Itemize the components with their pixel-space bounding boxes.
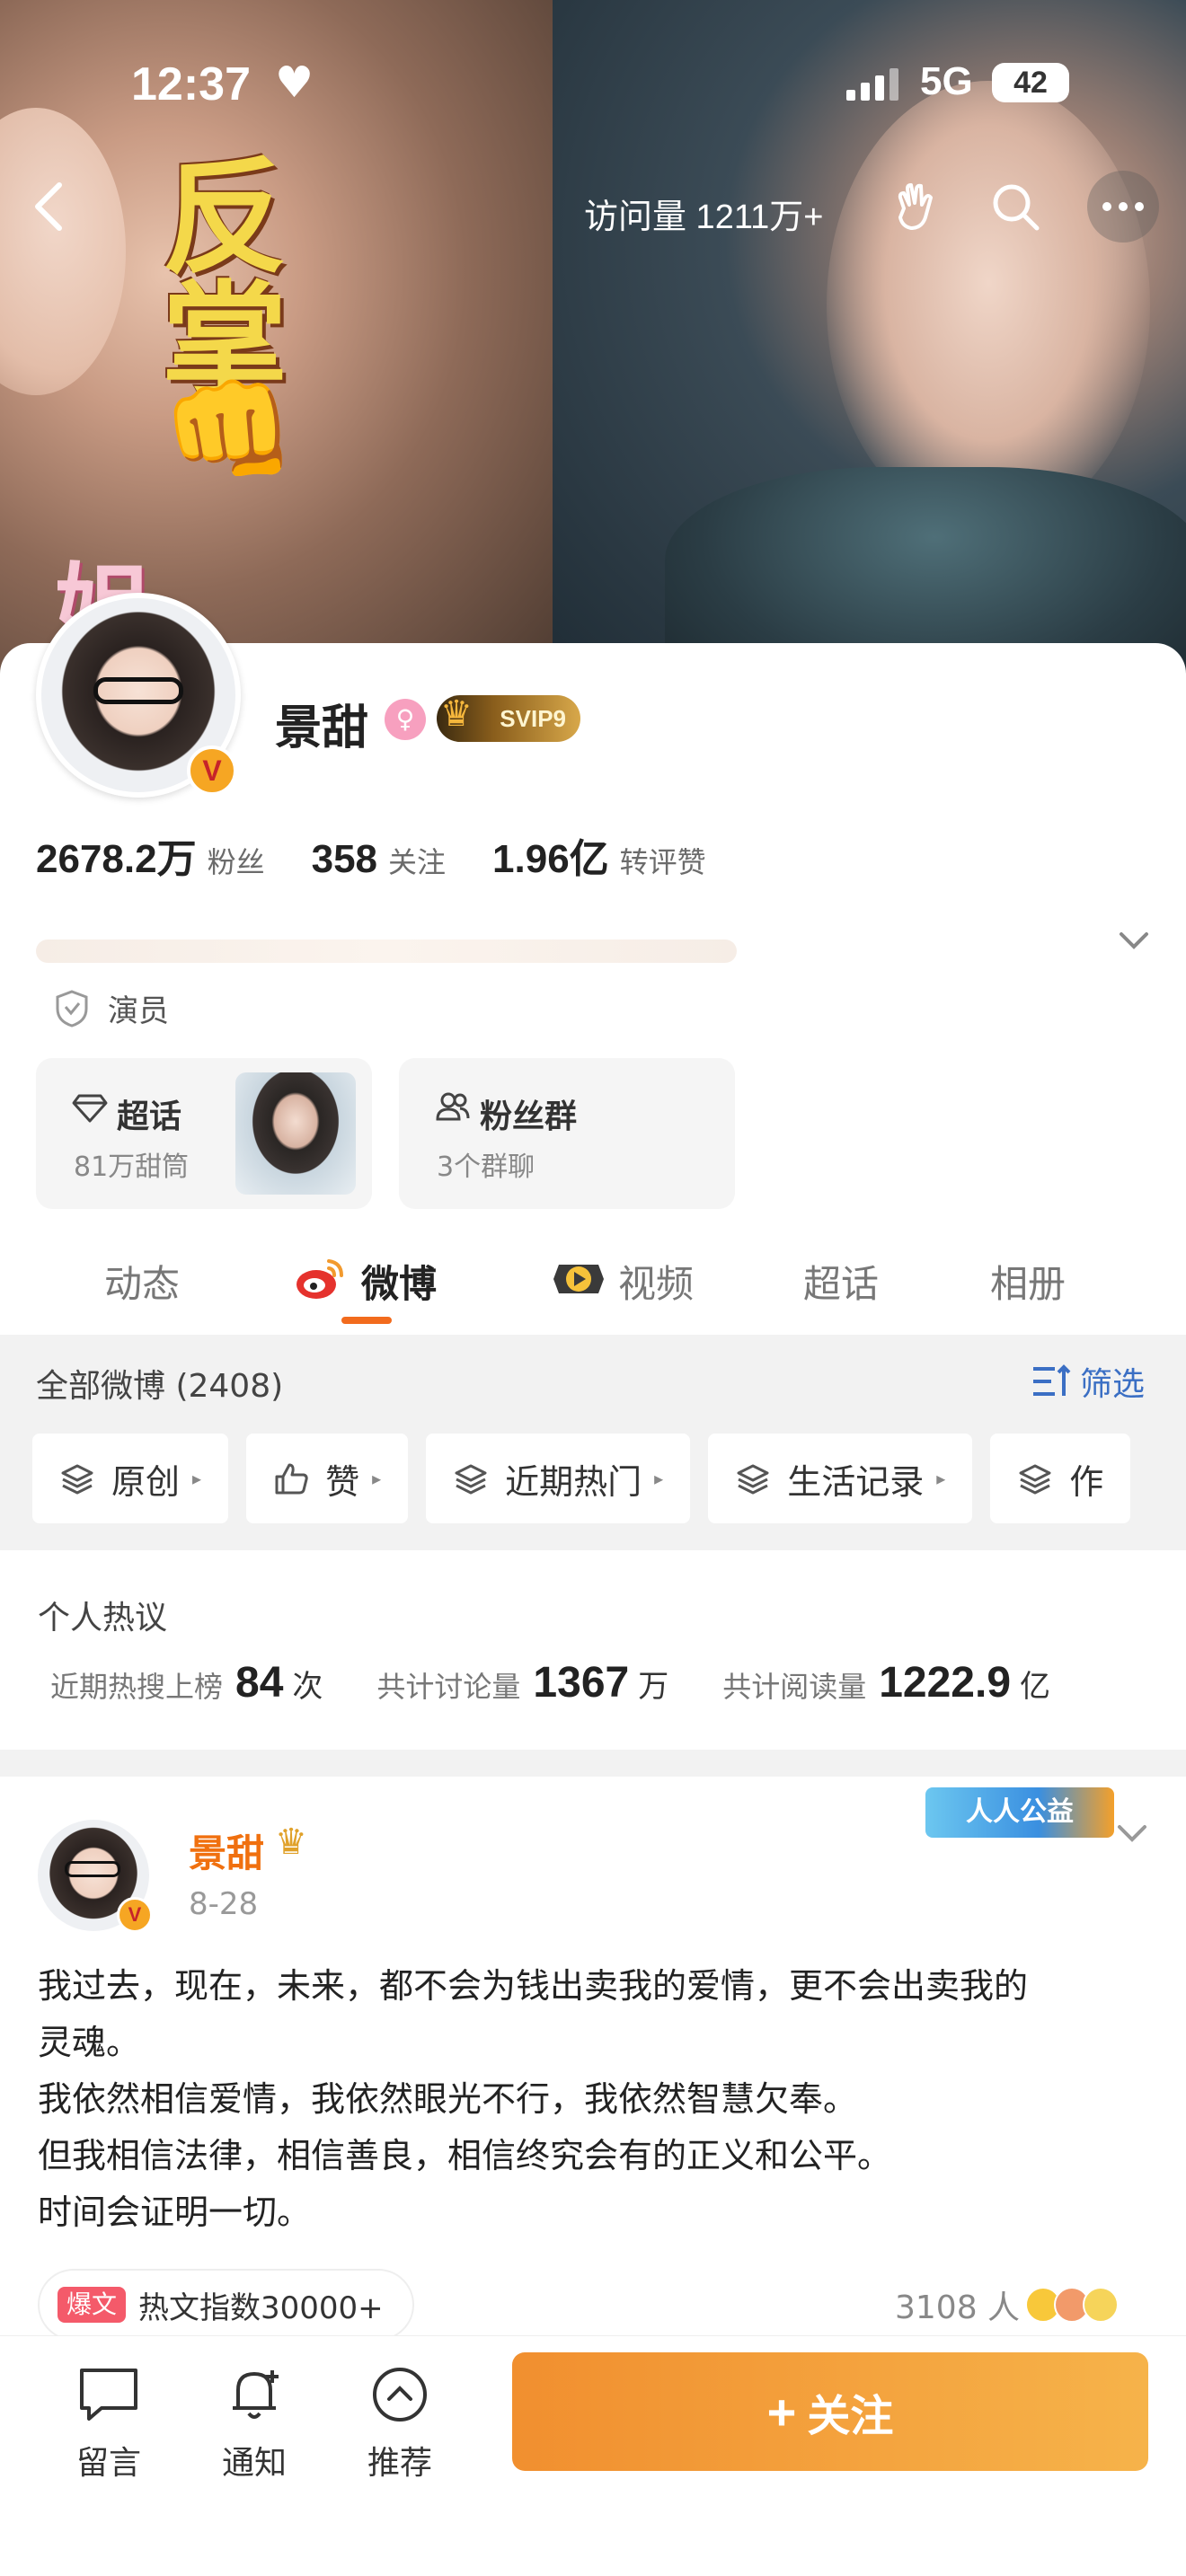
verified-badge: V [117,1897,153,1933]
verified-badge: V [187,745,237,796]
more-icon [1102,202,1144,211]
profile-tag: 演员 [54,986,169,1030]
card-title: 粉丝群 [480,1098,578,1134]
notify-button[interactable]: 通知 [205,2363,304,2483]
heat-stats: 近期热搜上榜 84 次 共计讨论量 1367 万 共计阅读量 1222.9 亿 [50,1659,1051,1707]
signal-icon [846,68,898,101]
profile-name: 景甜 [275,702,369,754]
reactions[interactable]: 3108 人 [895,2281,1120,2328]
crown-icon: ♛ [440,693,473,735]
surprise-emoji-icon [1083,2287,1120,2323]
video-icon [553,1265,604,1293]
bell-icon [233,2370,279,2419]
status-time: 12:37 [131,58,251,110]
female-icon: ♀ [385,699,426,740]
tab-album[interactable]: 相册 [990,1254,1066,1309]
battery-icon: 42 [992,63,1069,102]
more-button[interactable] [1087,171,1159,243]
crown-icon: ♛ [275,1822,307,1863]
chevron-down-icon[interactable] [1114,1814,1150,1858]
tab-supertopic[interactable]: 超话 [803,1254,879,1309]
recommend-button[interactable]: 推荐 [350,2363,449,2483]
fist-icon: 👊 [162,368,296,493]
hot-index-text: 热文指数30000+ [138,2289,384,2326]
filter-button[interactable]: 筛选 [1031,1358,1145,1405]
filter-icon [1033,1364,1071,1396]
diamond-icon [72,1094,108,1123]
tab-weibo[interactable]: 微博 [361,1254,437,1309]
message-icon [80,2369,137,2421]
visit-count: 访问量 1211万+ [584,198,824,236]
chip-likes[interactable]: 赞 ▸ [246,1434,409,1523]
layers-icon [455,1464,487,1495]
back-button[interactable] [29,180,68,234]
plus-icon: + [766,2383,797,2440]
network-label: 5G [920,59,973,103]
search-icon[interactable] [987,178,1044,235]
hand-wave-icon[interactable] [886,178,943,235]
filter-label: 筛选 [1080,1366,1146,1403]
chip-original[interactable]: 原创 ▸ [32,1434,229,1523]
charity-badge[interactable]: 人人公益 [925,1787,1114,1838]
chip-life-record[interactable]: 生活记录 ▸ [708,1434,973,1523]
fan-group-card[interactable]: 粉丝群 3个群聊 [399,1058,735,1209]
chip-recent-hot[interactable]: 近期热门 ▸ [426,1434,691,1523]
stat-followers[interactable]: 2678.2万 粉丝 [36,826,265,884]
stat-engagement[interactable]: 1.96亿 转评赞 [492,826,706,884]
heart-icon: ♥ [275,57,314,108]
chip-works[interactable]: 作 [990,1434,1131,1523]
divider [0,1750,1186,1777]
follow-button[interactable]: + 关注 [512,2352,1148,2471]
tag-label: 演员 [108,993,169,1029]
layers-icon [61,1464,93,1495]
card-thumbnail [235,1072,356,1195]
personal-heat: 个人热议 近期热搜上榜 84 次 共计讨论量 1367 万 共计阅读量 1222… [0,1550,1186,1750]
supertopic-card[interactable]: 超话 81万甜筒 [36,1058,372,1209]
group-icon [436,1092,470,1121]
status-bar: 12:37 ♥ 5G 42 [0,54,1186,117]
card-subtitle: 81万甜筒 [74,1151,190,1183]
reaction-count: 3108 人 [895,2289,1021,2326]
filter-chips: 原创 ▸ 赞 ▸ 近期热门 ▸ 生活记录 ▸ 作 [32,1434,1148,1523]
tab-indicator [341,1317,392,1324]
heat-title: 个人热议 [38,1600,168,1636]
chevron-down-icon[interactable] [1114,920,1154,959]
filter-section: 全部微博 (2408) 筛选 原创 ▸ 赞 ▸ 近期热门 ▸ 生活记录 ▸ 作 [0,1335,1186,1550]
weibo-logo-icon [296,1259,343,1299]
post-text: 我过去，现在，未来，都不会为钱出卖我的爱情，更不会出卖我的 灵魂。 我依然相信爱… [38,1966,1029,2232]
hot-index-pill[interactable]: 爆文 热文指数30000+ [38,2269,414,2341]
card-title: 超话 [117,1098,182,1134]
tab-dynamic[interactable]: 动态 [104,1254,180,1309]
thumbs-up-icon [275,1463,308,1495]
blurred-bio [36,940,737,963]
profile-stats: 2678.2万 粉丝 358 关注 1.96亿 转评赞 [36,826,753,882]
post-date: 8-28 [189,1886,259,1922]
card-subtitle: 3个群聊 [437,1151,535,1183]
layers-icon [1019,1464,1051,1495]
bottom-bar: 留言 通知 推荐 + 关注 [0,2335,1186,2576]
shield-icon [56,989,88,1028]
tab-video[interactable]: 视频 [618,1254,694,1309]
post-card[interactable]: V 景甜 ♛ 8-28 人人公益 我过去，现在，未来，都不会为钱出卖我的爱情，更… [0,1777,1186,2342]
layers-icon [737,1464,769,1495]
recommend-icon [373,2368,427,2422]
hot-badge: 爆文 [58,2287,127,2323]
post-author[interactable]: 景甜 [189,1823,264,1878]
stat-following[interactable]: 358 关注 [312,837,446,882]
all-posts-count: 全部微博 (2408) [36,1368,284,1405]
feature-cards: 超话 81万甜筒 粉丝群 3个群聊 [36,1058,762,1209]
profile-tabs: 动态 微博 视频 超话 相册 [0,1239,1186,1338]
comment-button[interactable]: 留言 [59,2363,158,2483]
follow-label: 关注 [807,2393,894,2440]
